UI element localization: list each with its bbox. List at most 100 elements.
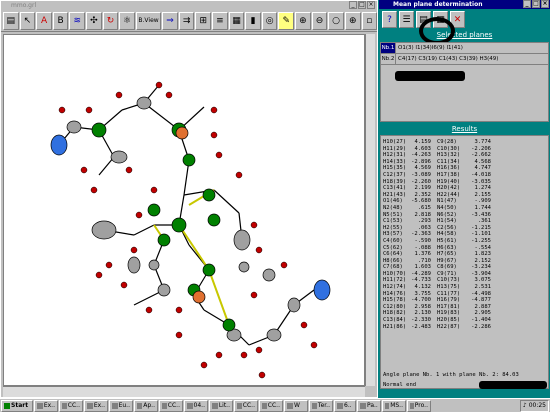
stack-button[interactable]: ≡ (212, 11, 228, 30)
mean-plane-titlebar[interactable]: Mean plane determination _ □ × (379, 0, 550, 9)
result-cell: H18(39) (383, 178, 407, 185)
canvas-horizontal-scrollbar[interactable] (3, 386, 365, 397)
result-cell: N2(48) (383, 204, 403, 211)
arrow-right-button[interactable]: ⇒ (162, 11, 178, 30)
taskbar-item[interactable]: MS.. (382, 399, 406, 412)
bview-button[interactable]: B.View (135, 11, 162, 30)
paint-button[interactable]: ✎ (278, 11, 295, 30)
taskbar-item-label: Pro.. (414, 401, 428, 409)
taskbar-item[interactable]: Pro.. (407, 399, 431, 412)
start-button[interactable]: Start (1, 399, 33, 412)
cell-button[interactable]: ▦ (228, 11, 245, 30)
taskbar-item[interactable]: CC.. (159, 399, 183, 412)
taskbar-item[interactable]: CC.. (59, 399, 83, 412)
result-cell: H10(27) (383, 139, 407, 145)
hist-button[interactable]: ▮ (245, 11, 261, 30)
taskbar-item[interactable]: Ap.. (134, 399, 158, 412)
atom-label-button[interactable]: A (36, 11, 52, 30)
mean-plane-title: Mean plane determination (393, 1, 483, 8)
speaker-icon[interactable]: ♪ (523, 401, 527, 411)
mp-maximize-button[interactable]: □ (532, 0, 540, 8)
taskbar-item[interactable]: Ter.. (309, 399, 333, 412)
rings-button[interactable]: ◎ (261, 11, 278, 30)
canvas-vertical-scrollbar[interactable] (365, 34, 375, 386)
result-cell: H5(61) (437, 237, 457, 244)
move-button[interactable]: ✣ (86, 11, 102, 30)
help-button[interactable]: ? (382, 11, 397, 28)
result-row: H12(31) -4.263 H13(32) -2.662 (383, 152, 546, 159)
mp-minimize-button[interactable]: _ (523, 0, 531, 8)
result-cell: -2.286 (471, 323, 491, 330)
taskbar-item[interactable]: 6.. (334, 399, 356, 412)
app-icon (62, 402, 67, 409)
result-row: C12(80) 2.958 H17(81) 2.887 (383, 304, 546, 311)
result-row: H8(66) .710 H9(67) 2.152 (383, 258, 546, 265)
annotation-circle (419, 17, 455, 45)
result-cell: 2.958 (414, 303, 431, 310)
taskbar-item-label: Ter.. (317, 401, 330, 409)
plane-button[interactable]: ⊞ (195, 11, 212, 30)
result-cell: C5(62) (383, 244, 403, 251)
result-cell: -2.206 (471, 145, 491, 152)
hkl-button[interactable]: ≋ (69, 11, 86, 30)
molecule-button[interactable]: ⚛ (119, 11, 135, 30)
zoom-in-button[interactable]: ⊕ (295, 11, 311, 30)
redaction-bar (395, 71, 465, 81)
result-cell: C6(64) (383, 251, 403, 258)
result-cell: C8(69) (437, 264, 457, 271)
taskbar-item[interactable]: Lit.. (209, 399, 233, 412)
print-button[interactable]: ▤ (3, 11, 19, 30)
result-cell: H13(32) (437, 152, 461, 159)
list-button[interactable]: ☰ (399, 11, 414, 28)
result-cell: H14(33) (383, 158, 407, 165)
taskbar-item-label: CC.. (242, 401, 255, 409)
result-cell: 2.352 (414, 191, 431, 198)
start-label: Start (11, 401, 29, 409)
result-cell: H13(75) (437, 284, 461, 291)
result-cell: H4(58) (437, 231, 457, 238)
minimize-button[interactable]: _ (349, 1, 357, 9)
task-list: Ex.. CC.. Ex.. Eu.. Ap.. CC.. 04.. Lit.. CC.. CC.… (34, 399, 431, 412)
selected-planes-list[interactable]: Nb.1 O1(3) I1(34)I6(9) I1(41) Nb.2 C4(17… (380, 42, 549, 122)
viewer-titlebar[interactable]: mmo.grl _ □ × (1, 1, 377, 10)
results-panel[interactable]: H10(27) 4.159 C9(28) 3.774 H11(29) 4.603 C10(3… (380, 135, 549, 389)
taskbar-item[interactable]: Ex.. (84, 399, 108, 412)
app-icon (360, 402, 366, 409)
align-button[interactable]: ⇉ (178, 11, 195, 30)
result-cell: C10(73) (437, 277, 461, 284)
maximize-button[interactable]: □ (358, 1, 366, 9)
result-row: C13(84) -2.330 H20(85) -1.404 (383, 317, 546, 324)
taskbar-item[interactable]: CC.. (234, 399, 258, 412)
result-cell: -4.877 (471, 297, 491, 304)
taskbar-item[interactable]: Ex.. (34, 399, 58, 412)
zoom-out-button[interactable]: ⊖ (311, 11, 328, 30)
result-cell: H21(43) (383, 191, 407, 198)
taskbar-item[interactable]: Pa.. (357, 399, 381, 412)
center-button[interactable]: ⊕ (344, 11, 361, 30)
plane-row[interactable]: Nb.2 C4(17) C3(19) C1(43) C3(39) H3(49) (381, 54, 548, 65)
result-row: H21(86) -2.483 H22(87) -2.286 (383, 324, 546, 331)
rings-icon: ◎ (265, 15, 274, 26)
atom-label-icon: A (40, 15, 48, 26)
extra-button[interactable]: ▫ (361, 11, 378, 30)
taskbar-item[interactable]: W (284, 399, 308, 412)
taskbar-item[interactable]: 04.. (184, 399, 208, 412)
result-cell: H11(72) (383, 277, 407, 284)
rotate-button[interactable]: ↻ (102, 11, 119, 30)
molecule-viewer-window: mmo.grl _ □ × ▤ ↖ A B ≋ ✣ ↻ ⚛ B.View ⇒ ⇉… (0, 0, 378, 398)
label-button[interactable]: B (52, 11, 69, 30)
result-cell: H6(63) (437, 244, 457, 251)
result-row: O1(46) -5.680 N1(47) -.909 (383, 198, 546, 205)
taskbar-item[interactable]: CC.. (259, 399, 283, 412)
arrow-button[interactable]: ↖ (19, 11, 36, 30)
plane-row[interactable]: Nb.1 O1(3) I1(34)I6(9) I1(41) (381, 43, 548, 54)
close-button[interactable]: × (367, 1, 375, 9)
mp-close-button[interactable]: × (541, 0, 549, 8)
result-cell: -2.662 (471, 152, 491, 159)
result-cell: .063 (417, 224, 431, 231)
plane-number: Nb.1 (381, 43, 396, 53)
molecule-canvas[interactable] (3, 34, 365, 386)
hkl-icon: ≋ (73, 15, 82, 26)
view-button[interactable]: ○ (328, 11, 344, 30)
taskbar-item[interactable]: Eu.. (109, 399, 133, 412)
